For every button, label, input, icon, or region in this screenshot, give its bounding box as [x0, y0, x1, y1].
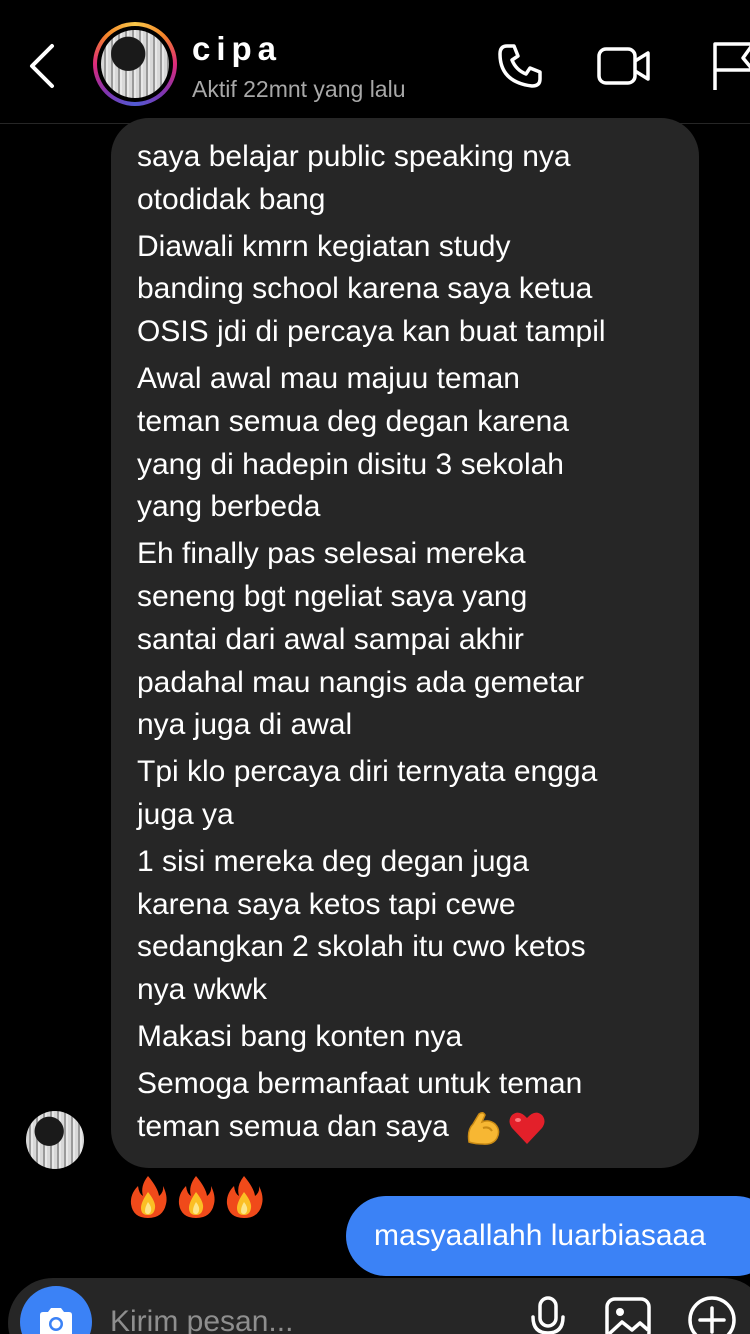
voice-message-button[interactable]: [520, 1292, 576, 1334]
message-line: otodidak bang: [137, 182, 326, 216]
message-composer: [8, 1278, 750, 1334]
message-line: sedangkan 2 skolah itu cwo ketos: [137, 930, 586, 964]
message-line: nya wkwk: [137, 973, 268, 1007]
add-icon: [688, 1296, 736, 1334]
message-line: Eh finally pas selesai mereka: [137, 537, 526, 571]
video-icon: [597, 47, 650, 85]
message-line: saya belajar public speaking nya: [137, 140, 571, 173]
message-line: banding school karena saya ketua: [137, 272, 593, 306]
sender-avatar[interactable]: [26, 1111, 84, 1169]
microphone-icon: [531, 1296, 565, 1334]
message-reactions[interactable]: [128, 1174, 264, 1220]
fire-emoji: [226, 1176, 263, 1218]
message-line: nya juga di awal: [137, 708, 353, 742]
incoming-message-bubble[interactable]: saya belajar public speaking nya otodida…: [111, 118, 699, 1168]
message-line: OSIS jdi di percaya kan buat tampil: [137, 315, 606, 349]
back-icon: [30, 44, 54, 88]
message-input[interactable]: [110, 1300, 490, 1334]
message-line: yang di hadepin disitu 3 sekolah: [137, 447, 564, 481]
report-button[interactable]: [704, 38, 750, 94]
call-button[interactable]: [492, 38, 548, 94]
message-line: Makasi bang konten nya: [137, 1019, 463, 1053]
fire-emoji: [130, 1176, 167, 1218]
gallery-icon: [605, 1297, 651, 1334]
chat-header: cipa Aktif 22mnt yang lalu: [0, 0, 750, 124]
message-line: 1 sisi mereka deg degan juga: [137, 844, 529, 878]
video-call-button[interactable]: [596, 38, 652, 94]
flexed-biceps-emoji: [467, 1111, 500, 1145]
flag-icon: [713, 42, 750, 90]
message-line: padahal mau nangis ada gemetar: [137, 665, 584, 699]
message-line: teman semua deg degan karena: [137, 404, 569, 438]
phone-icon: [498, 44, 542, 88]
message-line-last: teman semua dan saya: [137, 1106, 679, 1149]
message-line: santai dari awal sampai akhir: [137, 622, 524, 656]
contact-name[interactable]: cipa: [192, 30, 282, 68]
message-line: Tpi klo percaya diri ternyata engga: [137, 755, 598, 789]
back-button[interactable]: [22, 38, 62, 94]
more-options-button[interactable]: [684, 1292, 740, 1334]
message-line: seneng bgt ngeliat saya yang: [137, 579, 528, 613]
camera-button[interactable]: [20, 1286, 92, 1334]
avatar-image: [101, 30, 169, 98]
message-line: juga ya: [137, 797, 234, 831]
outgoing-message-bubble[interactable]: masyaallahh luarbiasaaa: [346, 1196, 750, 1276]
fire-emoji: [178, 1176, 215, 1218]
message-line: yang berbeda: [137, 490, 321, 524]
message-line: karena saya ketos tapi cewe: [137, 887, 516, 921]
contact-avatar[interactable]: [93, 22, 177, 106]
activity-status: Aktif 22mnt yang lalu: [192, 76, 406, 102]
message-line: Diawali kmrn kegiatan study: [137, 229, 511, 263]
camera-icon: [40, 1308, 72, 1334]
message-line: Semoga bermanfaat untuk teman: [137, 1066, 583, 1100]
gallery-button[interactable]: [600, 1292, 656, 1334]
message-line: Awal awal mau majuu teman: [137, 361, 520, 395]
outgoing-message-text: masyaallahh luarbiasaaa: [374, 1219, 706, 1252]
red-heart-emoji: [509, 1112, 545, 1144]
